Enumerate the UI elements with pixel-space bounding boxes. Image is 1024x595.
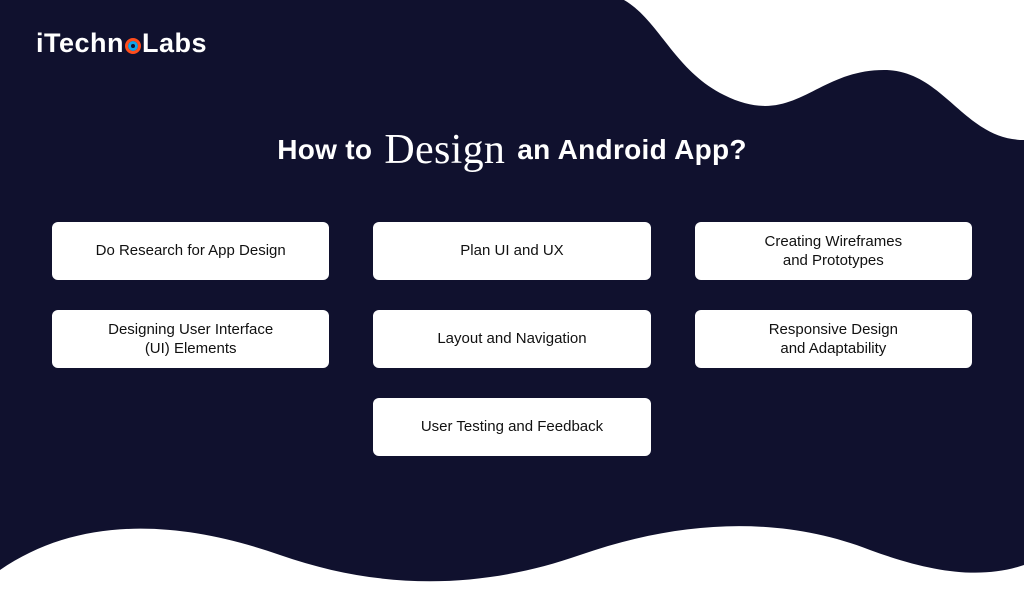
step-card: Creating Wireframesand Prototypes	[695, 222, 972, 280]
brand-suffix: Labs	[142, 28, 207, 59]
step-card: Plan UI and UX	[373, 222, 650, 280]
step-card: Do Research for App Design	[52, 222, 329, 280]
step-label: Do Research for App Design	[96, 241, 286, 261]
wave-bottom-decoration	[0, 510, 1024, 595]
steps-grid: Do Research for App Design Plan UI and U…	[52, 222, 972, 456]
brand-prefix: iTechn	[36, 28, 124, 59]
title-before: How to	[277, 134, 372, 165]
title-emphasis: Design	[384, 127, 505, 173]
brand-o-icon	[125, 38, 141, 54]
step-card: Layout and Navigation	[373, 310, 650, 368]
step-label: Responsive Designand Adaptability	[769, 320, 898, 359]
wave-top-decoration	[624, 0, 1024, 140]
step-label: User Testing and Feedback	[421, 417, 603, 437]
brand-logo: iTechn Labs	[36, 28, 207, 59]
step-label: Creating Wireframesand Prototypes	[765, 232, 903, 271]
step-card: User Testing and Feedback	[373, 398, 650, 456]
step-label: Layout and Navigation	[437, 329, 586, 349]
step-card: Responsive Designand Adaptability	[695, 310, 972, 368]
step-label: Plan UI and UX	[460, 241, 563, 261]
title-after: an Android App?	[517, 134, 747, 165]
step-card: Designing User Interface(UI) Elements	[52, 310, 329, 368]
step-label: Designing User Interface(UI) Elements	[108, 320, 273, 359]
page-title: How to Design an Android App?	[0, 122, 1024, 170]
